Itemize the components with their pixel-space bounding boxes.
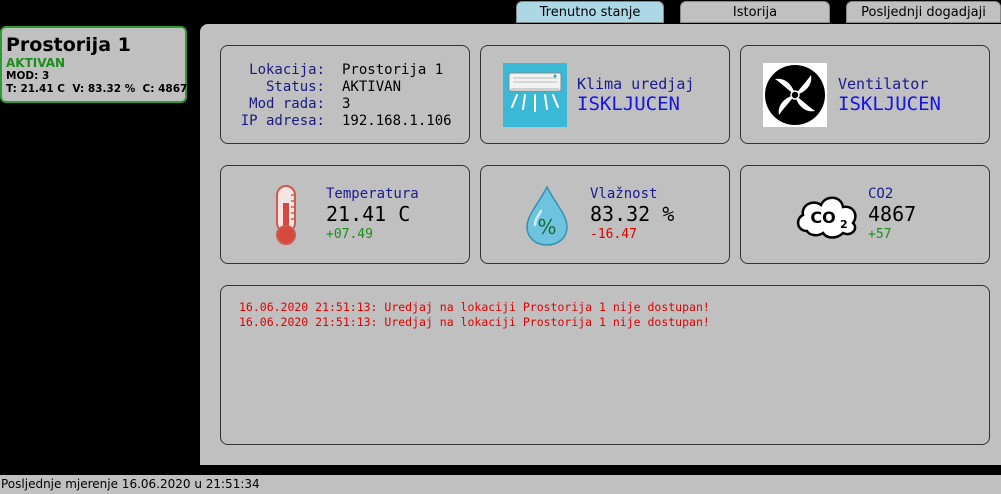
thermometer-icon — [255, 183, 319, 247]
event-log: 16.06.2020 21:51:13: Uredjaj na lokaciji… — [239, 300, 710, 330]
co2-cloud-icon: CO 2 — [793, 183, 861, 247]
co2-delta: +57 — [868, 227, 892, 242]
room-metrics: T: 21.41 C V: 83.32 % C: 4867 — [6, 83, 188, 95]
temperature-delta: +07.49 — [326, 227, 373, 242]
fan-icon — [763, 63, 827, 127]
info-value: 192.168.1.106 — [342, 113, 452, 129]
ac-panel[interactable]: Klima uredjaj ISKLJUCEN — [480, 45, 730, 144]
temperature-value: 21.41 C — [326, 202, 411, 226]
tab-recent-events[interactable]: Posljednji dogadjaji — [846, 1, 1001, 23]
svg-text:%: % — [537, 215, 556, 239]
info-value: Prostorija 1 — [342, 62, 444, 78]
room-title: Prostorija 1 — [6, 34, 131, 56]
info-key: Lokacija: — [249, 62, 325, 78]
info-row-mode: Mod rada: 3 — [235, 96, 452, 113]
co2-label: CO2 — [868, 186, 894, 202]
svg-text:2: 2 — [840, 218, 848, 231]
room-card[interactable]: Prostorija 1 AKTIVAN MOD: 3 T: 21.41 C V… — [0, 26, 187, 103]
humidity-value: 83.32 % — [590, 202, 675, 226]
info-value: AKTIVAN — [342, 79, 402, 95]
info-key: Status: — [265, 79, 325, 95]
co2-panel: CO 2 CO2 4867 +57 — [740, 165, 990, 264]
co2-value: 4867 — [868, 202, 917, 226]
info-key: Mod rada: — [249, 96, 325, 112]
info-panel: Lokacija: Prostorija 1 Status: AKTIVAN M… — [220, 45, 470, 144]
temperature-panel: Temperatura 21.41 C +07.49 — [220, 165, 470, 264]
info-value: 3 — [342, 96, 351, 112]
fan-label: Ventilator — [838, 75, 929, 93]
svg-text:CO: CO — [810, 208, 835, 227]
water-drop-icon: % — [515, 183, 579, 247]
humidity-panel: % Vlažnost 83.32 % -16.47 — [480, 165, 730, 264]
humidity-label: Vlažnost — [590, 186, 658, 202]
air-conditioner-icon — [503, 63, 567, 127]
log-entry: 16.06.2020 21:51:13: Uredjaj na lokaciji… — [239, 315, 710, 329]
info-row-location: Lokacija: Prostorija 1 — [235, 62, 452, 79]
log-entry: 16.06.2020 21:51:13: Uredjaj na lokaciji… — [239, 300, 710, 314]
tab-current-state[interactable]: Trenutno stanje — [516, 1, 664, 23]
ac-label: Klima uredjaj — [577, 75, 695, 93]
event-log-panel[interactable]: 16.06.2020 21:51:13: Uredjaj na lokaciji… — [220, 285, 990, 445]
info-row-ip: IP adresa: 192.168.1.106 — [235, 113, 452, 130]
fan-state: ISKLJUCEN — [838, 93, 941, 115]
tab-history[interactable]: Istorija — [680, 1, 830, 23]
room-status: AKTIVAN — [6, 56, 66, 70]
info-key: IP adresa: — [240, 113, 325, 129]
fan-panel[interactable]: Ventilator ISKLJUCEN — [740, 45, 990, 144]
room-mode: MOD: 3 — [6, 70, 50, 82]
info-row-status: Status: AKTIVAN — [235, 79, 452, 96]
info-grid: Lokacija: Prostorija 1 Status: AKTIVAN M… — [235, 62, 452, 130]
status-bar: Posljednje mjerenje 16.06.2020 u 21:51:3… — [0, 475, 1001, 494]
ac-state: ISKLJUCEN — [577, 93, 680, 115]
humidity-delta: -16.47 — [590, 227, 637, 242]
main-content: Lokacija: Prostorija 1 Status: AKTIVAN M… — [200, 24, 1001, 465]
temperature-label: Temperatura — [326, 186, 419, 202]
